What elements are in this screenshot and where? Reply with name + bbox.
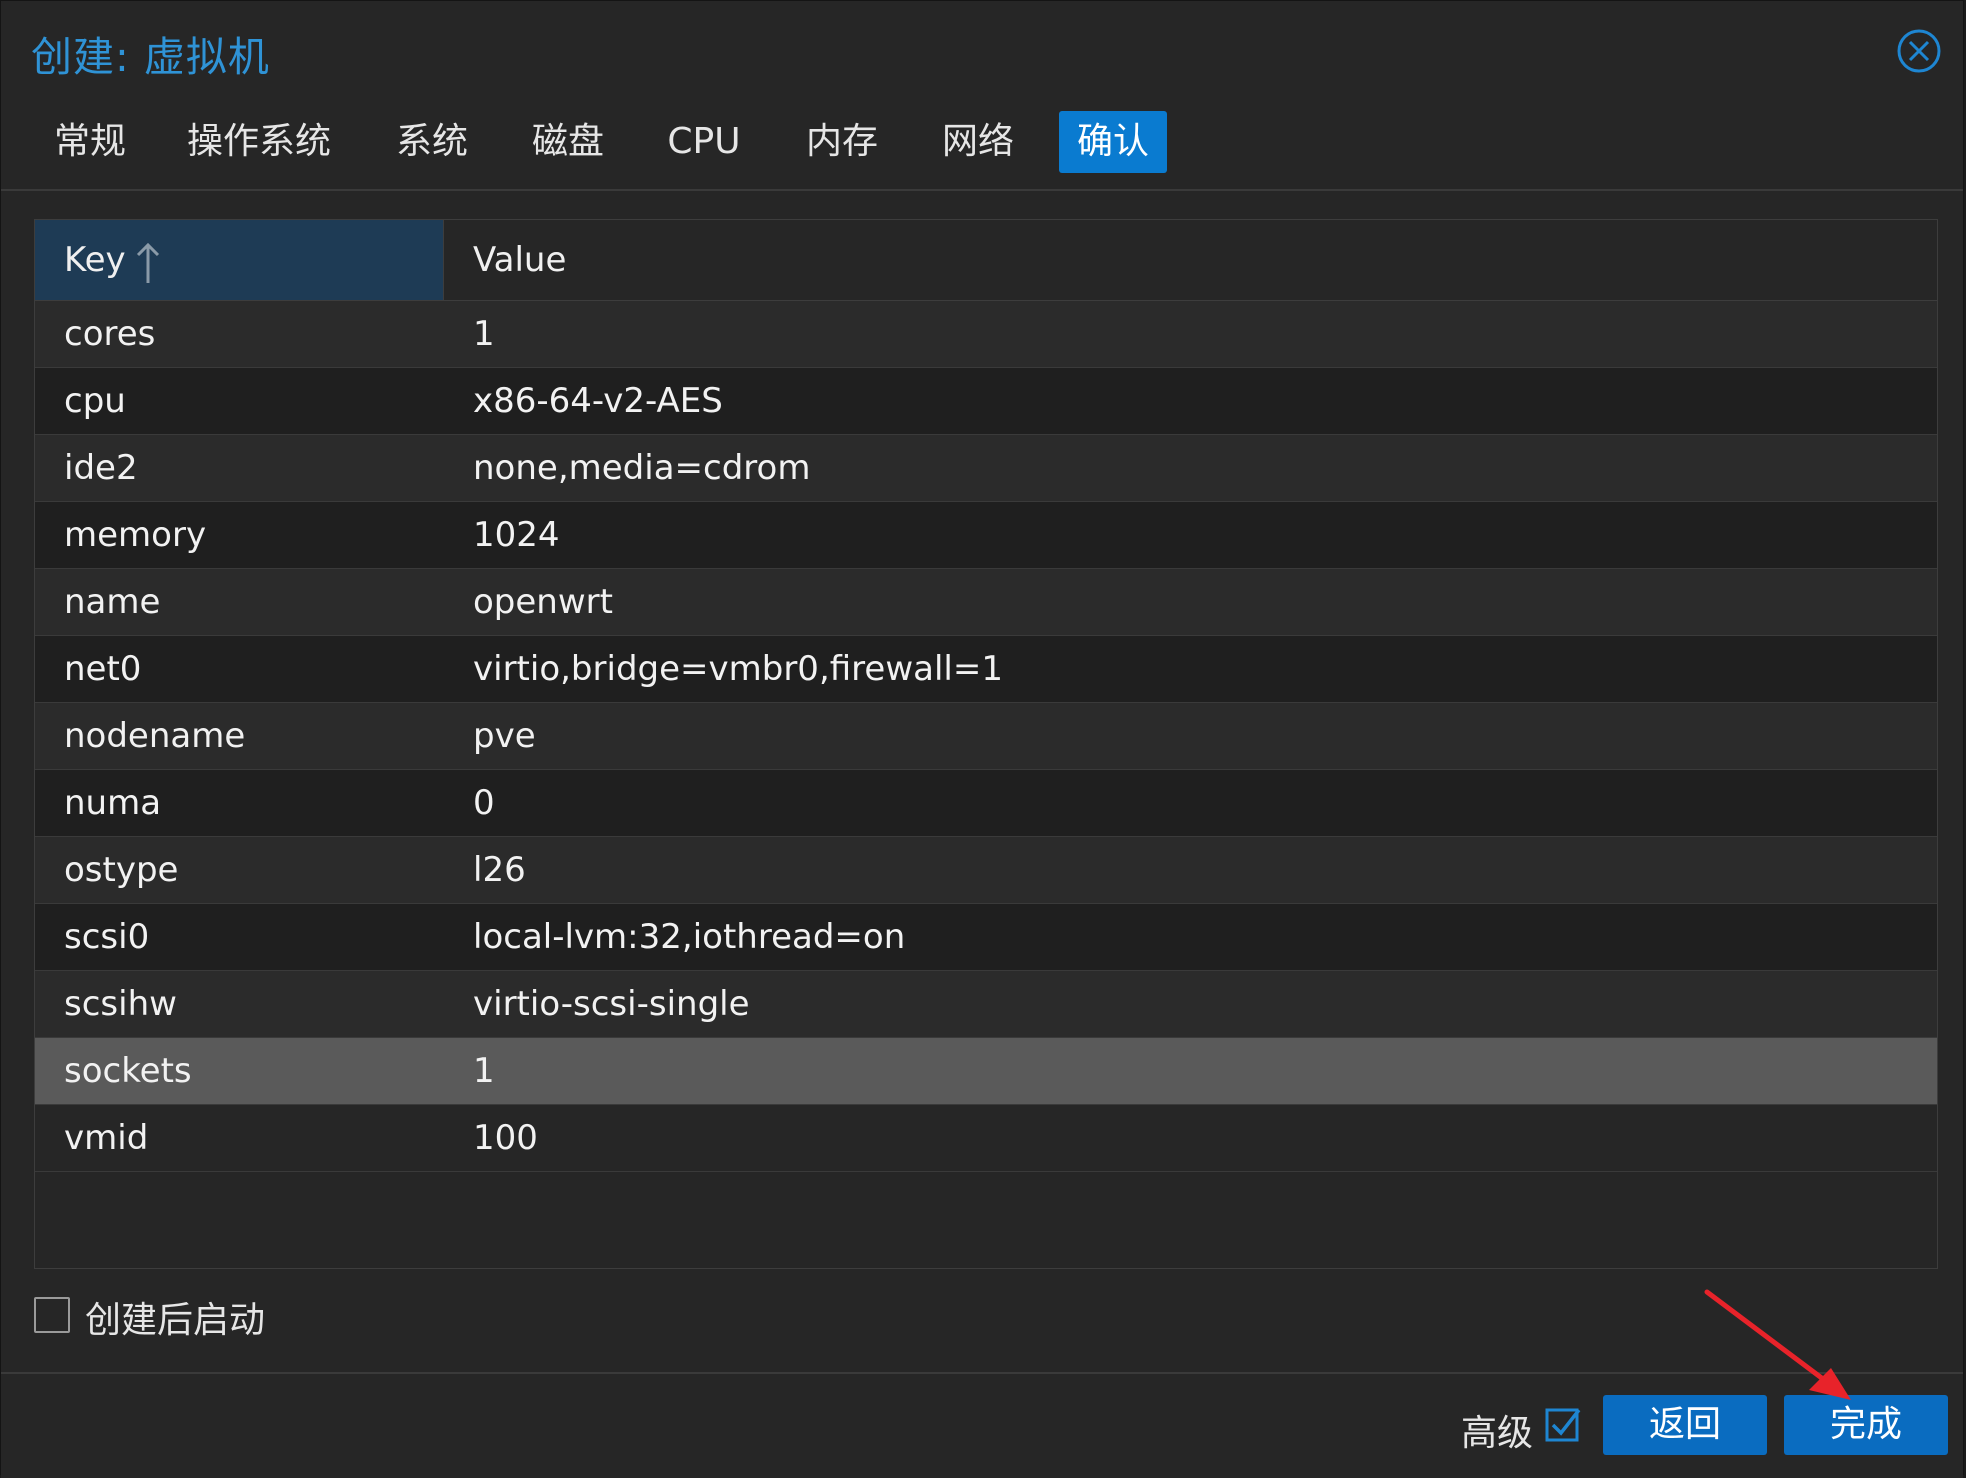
table-row[interactable]: nodename pve (35, 703, 1937, 770)
summary-grid: Key Value cores 1 cpu x86-64-v2-AES ide2… (34, 219, 1938, 1269)
table-row[interactable]: memory 1024 (35, 502, 1937, 569)
row-key: name (64, 582, 161, 622)
create-vm-dialog: 创建: 虚拟机 常规 操作系统 系统 磁盘 CPU 内存 网络 确认 Key V… (0, 0, 1964, 1478)
row-key: numa (64, 783, 162, 823)
table-row[interactable]: scsihw virtio-scsi-single (35, 971, 1937, 1038)
row-key: vmid (64, 1118, 149, 1158)
table-row[interactable]: ide2 none,media=cdrom (35, 435, 1937, 502)
tab-network[interactable]: 网络 (925, 111, 1031, 173)
row-key: net0 (64, 649, 142, 689)
finish-button[interactable]: 完成 (1784, 1395, 1948, 1455)
close-icon[interactable] (1895, 27, 1943, 75)
row-value: 0 (473, 783, 495, 823)
column-header-value[interactable]: Value (444, 220, 1937, 300)
table-row[interactable]: vmid 100 (35, 1105, 1937, 1172)
row-value: openwrt (473, 582, 613, 622)
back-button[interactable]: 返回 (1603, 1395, 1767, 1455)
start-after-create-checkbox[interactable] (34, 1297, 70, 1333)
row-value: l26 (473, 850, 526, 890)
row-value: 1 (473, 1051, 495, 1091)
row-key: sockets (64, 1051, 192, 1091)
table-row[interactable]: name openwrt (35, 569, 1937, 636)
row-value: pve (473, 716, 536, 756)
grid-header: Key Value (35, 220, 1937, 301)
column-header-key[interactable]: Key (35, 220, 444, 300)
row-key: ide2 (64, 448, 138, 488)
row-value: virtio-scsi-single (473, 984, 750, 1024)
wizard-tabs: 常规 操作系统 系统 磁盘 CPU 内存 网络 确认 (1, 101, 1963, 191)
tab-system[interactable]: 系统 (379, 111, 485, 173)
tab-confirm[interactable]: 确认 (1059, 111, 1167, 173)
tab-memory[interactable]: 内存 (789, 111, 895, 173)
sort-ascending-icon (133, 236, 163, 284)
row-key: scsihw (64, 984, 177, 1024)
table-row[interactable]: numa 0 (35, 770, 1937, 837)
row-key: ostype (64, 850, 179, 890)
tab-disk[interactable]: 磁盘 (515, 111, 621, 173)
row-key: nodename (64, 716, 246, 756)
column-header-key-label: Key (64, 240, 126, 280)
tab-os[interactable]: 操作系统 (173, 111, 345, 173)
advanced-checkbox[interactable] (1545, 1406, 1583, 1444)
row-value: 1024 (473, 515, 560, 555)
row-value: 1 (473, 314, 495, 354)
row-key: memory (64, 515, 207, 555)
advanced-label: 高级 (1461, 1413, 1534, 1454)
row-key: cpu (64, 381, 126, 421)
row-value: 100 (473, 1118, 538, 1158)
table-row[interactable]: scsi0 local-lvm:32,iothread=on (35, 904, 1937, 971)
dialog-titlebar: 创建: 虚拟机 (1, 1, 1963, 101)
row-value: virtio,bridge=vmbr0,firewall=1 (473, 649, 1003, 689)
table-row[interactable]: cpu x86-64-v2-AES (35, 368, 1937, 435)
row-key: scsi0 (64, 917, 150, 957)
table-row[interactable]: net0 virtio,bridge=vmbr0,firewall=1 (35, 636, 1937, 703)
dialog-footer: 高级 返回 完成 (1, 1372, 1963, 1478)
row-value: x86-64-v2-AES (473, 381, 723, 421)
row-value: local-lvm:32,iothread=on (473, 917, 906, 957)
table-row-selected[interactable]: sockets 1 (35, 1038, 1937, 1105)
table-row[interactable]: ostype l26 (35, 837, 1937, 904)
tab-general[interactable]: 常规 (37, 111, 143, 173)
tab-cpu[interactable]: CPU (651, 111, 757, 173)
table-row[interactable]: cores 1 (35, 301, 1937, 368)
checkmark-icon (1545, 1408, 1581, 1442)
row-value: none,media=cdrom (473, 448, 811, 488)
start-after-create-label: 创建后启动 (85, 1300, 266, 1341)
dialog-title: 创建: 虚拟机 (31, 33, 270, 81)
row-key: cores (64, 314, 156, 354)
